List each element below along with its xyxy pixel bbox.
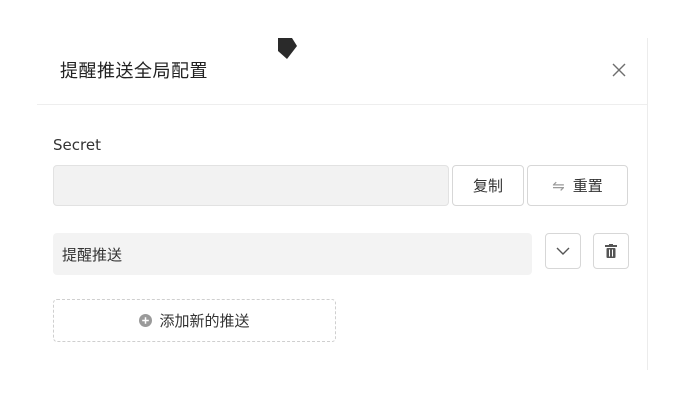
chevron-down-icon xyxy=(556,247,570,255)
secret-input[interactable] xyxy=(53,165,449,206)
push-item-label: 提醒推送 xyxy=(62,245,123,264)
expand-push-button[interactable] xyxy=(545,233,581,269)
secret-label: Secret xyxy=(53,136,101,154)
push-item[interactable]: 提醒推送 xyxy=(53,233,532,275)
add-push-button[interactable]: 添加新的推送 xyxy=(53,299,336,342)
add-push-label: 添加新的推送 xyxy=(159,312,250,330)
swap-icon: ⇋ xyxy=(552,176,565,195)
plus-circle-icon xyxy=(139,314,153,327)
copy-button-label: 复制 xyxy=(472,177,503,195)
dialog-header: 提醒推送全局配置 xyxy=(37,52,647,105)
delete-push-button[interactable] xyxy=(593,233,629,269)
close-icon[interactable] xyxy=(611,62,627,78)
copy-button[interactable]: 复制 xyxy=(452,165,524,206)
reset-button[interactable]: ⇋ 重置 xyxy=(527,165,628,206)
panel-right-border xyxy=(647,38,648,370)
trash-icon xyxy=(605,244,617,258)
reset-button-label: 重置 xyxy=(572,177,603,195)
dialog-title: 提醒推送全局配置 xyxy=(60,61,208,82)
